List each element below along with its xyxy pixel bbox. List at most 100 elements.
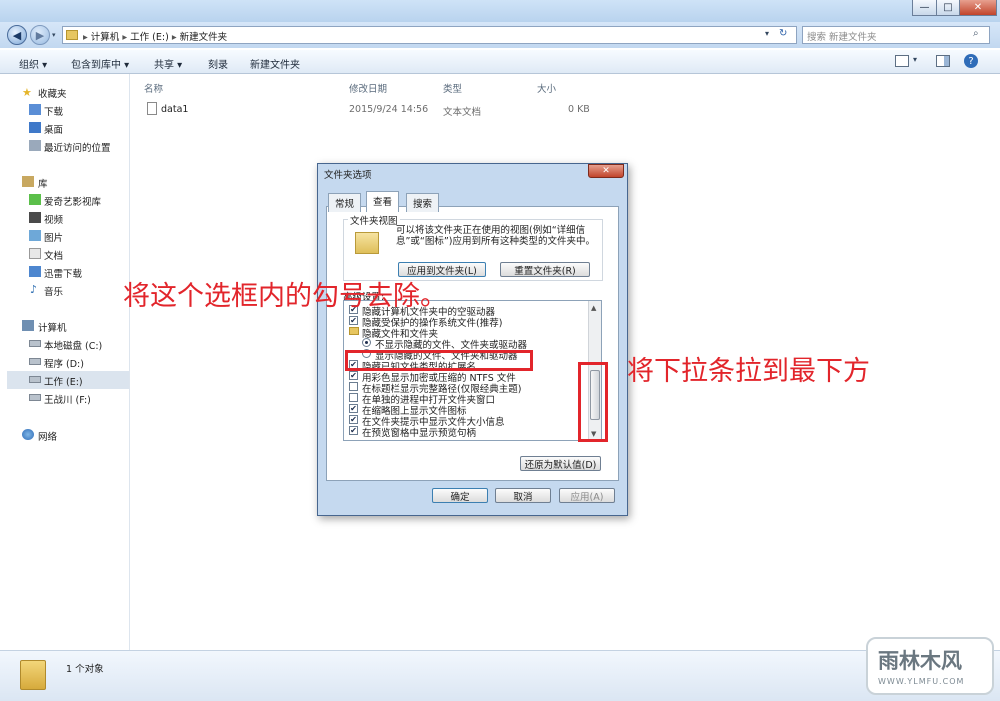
text-file-icon xyxy=(147,102,157,115)
column-header-type[interactable]: 类型 xyxy=(443,81,462,95)
sidebar-item-desktop[interactable]: 桌面 xyxy=(44,122,63,136)
folder-icon xyxy=(66,30,78,40)
computer-icon xyxy=(22,320,34,331)
item-count: 1 个对象 xyxy=(66,664,104,675)
organize-button[interactable]: 组织 ▾ xyxy=(19,56,47,71)
column-header-name[interactable]: 名称 xyxy=(144,81,163,95)
checkbox[interactable]: ✔ xyxy=(349,371,358,380)
view-dropdown-icon[interactable]: ▾ xyxy=(913,55,917,64)
folder-views-description: 可以将该文件夹正在使用的视图(例如“详细信息”或“图标”)应用到所有这种类型的文… xyxy=(396,225,595,247)
sidebar-item-drive-f[interactable]: 王战川 (F:) xyxy=(44,392,91,406)
scroll-up-icon[interactable]: ▲ xyxy=(591,304,596,312)
star-icon: ★ xyxy=(22,86,32,99)
checkbox[interactable]: ✔ xyxy=(349,426,358,435)
new-folder-button[interactable]: 新建文件夹 xyxy=(250,56,300,71)
annotation-left-text: 将这个选框内的勾号去除。 xyxy=(123,281,447,312)
option-preview-handlers[interactable]: ✔ 在预览窗格中显示预览句柄 xyxy=(349,425,476,439)
search-icon: ⌕ xyxy=(973,28,979,39)
folder-views-label: 文件夹视图 xyxy=(348,213,400,227)
back-button[interactable]: ◀ xyxy=(7,25,27,45)
documents-icon xyxy=(29,248,41,259)
sidebar-item-music[interactable]: 音乐 xyxy=(44,284,63,298)
apply-button[interactable]: 应用(A) xyxy=(559,488,615,503)
sidebar-item-pictures[interactable]: 图片 xyxy=(44,230,63,244)
dialog-title: 文件夹选项 xyxy=(324,170,372,181)
ok-button[interactable]: 确定 xyxy=(432,488,488,503)
dialog-close-button[interactable]: ✕ xyxy=(588,164,624,178)
drive-d-icon xyxy=(29,358,41,365)
column-header-date[interactable]: 修改日期 xyxy=(349,81,387,95)
close-button[interactable]: ✕ xyxy=(959,0,997,16)
forward-arrow-icon: ▶ xyxy=(35,28,45,42)
sidebar-item-drive-d[interactable]: 程序 (D:) xyxy=(44,356,84,370)
window-titlebar xyxy=(0,0,1000,22)
file-size: 0 KB xyxy=(568,104,590,115)
include-in-library-button[interactable]: 包含到库中 ▾ xyxy=(71,56,129,71)
recent-pages-chevron-icon[interactable]: ▾ xyxy=(52,31,56,39)
watermark-brand: 雨林木风 xyxy=(878,649,962,673)
refresh-icon[interactable]: ↻ xyxy=(779,28,787,39)
folder-icon xyxy=(20,660,46,690)
forward-button[interactable]: ▶ xyxy=(30,25,50,45)
checkbox[interactable] xyxy=(349,382,358,391)
iqiyi-icon xyxy=(29,194,41,205)
checkbox[interactable]: ✔ xyxy=(349,404,358,413)
search-placeholder: 搜索 新建文件夹 xyxy=(807,32,877,43)
cancel-button[interactable]: 取消 xyxy=(495,488,551,503)
recent-places-icon xyxy=(29,140,41,151)
annotation-right-text: 将下拉条拉到最下方 xyxy=(627,356,870,387)
radio-button[interactable] xyxy=(362,338,371,347)
annotation-scrollbar-box xyxy=(578,362,608,442)
tab-general[interactable]: 常规 xyxy=(328,193,362,212)
video-icon xyxy=(29,212,41,223)
maximize-button[interactable]: □ xyxy=(936,0,960,16)
reset-folders-button[interactable]: 重置文件夹(R) xyxy=(500,262,590,277)
favorites-header[interactable]: 收藏夹 xyxy=(38,86,67,100)
file-type: 文本文档 xyxy=(443,107,482,118)
help-icon[interactable]: ? xyxy=(964,54,978,68)
sidebar-item-recent[interactable]: 最近访问的位置 xyxy=(44,140,111,154)
burn-button[interactable]: 刻录 xyxy=(208,56,228,71)
restore-defaults-button[interactable]: 还原为默认值(D) xyxy=(520,456,601,471)
breadcrumb-drive[interactable]: 工作 (E:) xyxy=(130,32,169,43)
share-button[interactable]: 共享 ▾ xyxy=(154,56,182,71)
file-name[interactable]: data1 xyxy=(161,104,188,115)
checkbox[interactable]: ✔ xyxy=(349,415,358,424)
address-dropdown-icon[interactable]: ▾ xyxy=(765,29,769,38)
sidebar-item-drive-c[interactable]: 本地磁盘 (C:) xyxy=(44,338,102,352)
tab-search[interactable]: 搜索 xyxy=(406,193,440,212)
status-bar xyxy=(0,650,1000,701)
tab-view[interactable]: 查看 xyxy=(366,191,400,212)
drive-f-icon xyxy=(29,394,41,401)
watermark-url: WWW.YLMFU.COM xyxy=(878,677,965,686)
library-icon xyxy=(22,176,34,187)
libraries-header[interactable]: 库 xyxy=(38,176,48,190)
thunder-download-icon xyxy=(29,266,41,277)
checkbox[interactable] xyxy=(349,393,358,402)
sidebar-item-download[interactable]: 下载 xyxy=(44,104,63,118)
preview-pane-icon[interactable] xyxy=(936,55,950,67)
music-icon: ♪ xyxy=(30,283,38,296)
sidebar-item-videos[interactable]: 视频 xyxy=(44,212,63,226)
address-bar[interactable]: ▸ 计算机 ▸ 工作 (E:) ▸ 新建文件夹 ▾ ↻ xyxy=(62,26,797,44)
column-header-size[interactable]: 大小 xyxy=(537,81,556,95)
sidebar-item-thunder[interactable]: 迅雷下载 xyxy=(44,266,82,280)
pictures-icon xyxy=(29,230,41,241)
annotation-highlight-box xyxy=(345,350,533,371)
minimize-button[interactable]: — xyxy=(912,0,937,16)
desktop-icon xyxy=(29,122,41,133)
checkbox[interactable]: ✔ xyxy=(349,316,358,325)
sidebar-item-drive-e[interactable]: 工作 (E:) xyxy=(44,374,83,388)
download-folder-icon xyxy=(29,104,41,115)
computer-header[interactable]: 计算机 xyxy=(38,320,67,334)
breadcrumb-computer[interactable]: 计算机 xyxy=(91,32,120,43)
sidebar-item-documents[interactable]: 文档 xyxy=(44,248,63,262)
view-options-icon[interactable] xyxy=(895,55,909,67)
drive-c-icon xyxy=(29,340,41,347)
drive-e-icon xyxy=(29,376,41,383)
breadcrumb-folder[interactable]: 新建文件夹 xyxy=(180,32,228,43)
sidebar-item-iqiyi[interactable]: 爱奇艺影视库 xyxy=(44,194,101,208)
network-header[interactable]: 网络 xyxy=(38,429,57,443)
search-box[interactable]: 搜索 新建文件夹 ⌕ xyxy=(802,26,990,44)
network-icon xyxy=(22,429,34,440)
